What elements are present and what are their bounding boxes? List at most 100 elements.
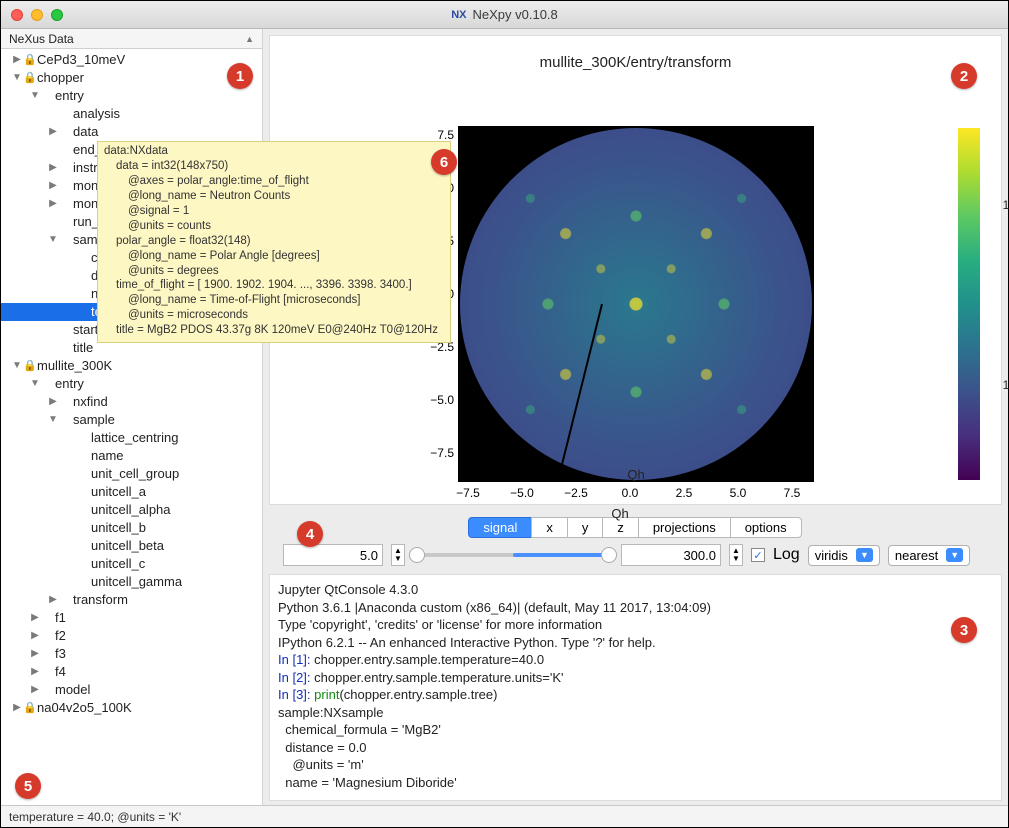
disclosure-triangle-icon[interactable]: ▶	[47, 177, 59, 195]
app-icon: NX	[451, 9, 466, 21]
disclosure-triangle-icon[interactable]: ▶	[11, 699, 23, 717]
tree-node[interactable]: ▼🔒chopper	[1, 69, 262, 87]
tree-node[interactable]: unitcell_b	[1, 519, 262, 537]
tree-node[interactable]: ▶transform	[1, 591, 262, 609]
tree-node-label: model	[55, 681, 90, 699]
tab-y[interactable]: y	[567, 517, 604, 538]
plot-controls: ▲▼ ▲▼ ✓ Log viridis▼ nearest▼	[263, 540, 1008, 574]
tree-node-label: f1	[55, 609, 66, 627]
vmax-input[interactable]	[621, 544, 721, 566]
disclosure-triangle-icon[interactable]: ▶	[47, 393, 59, 411]
badge-3: 3	[951, 617, 977, 643]
disclosure-triangle-icon[interactable]: ▶	[47, 159, 59, 177]
x-tick-label: 2.5	[664, 486, 704, 500]
tree-node[interactable]: ▼entry	[1, 375, 262, 393]
tree-node[interactable]: ▼sample	[1, 411, 262, 429]
x-tick-label: 5.0	[718, 486, 758, 500]
tree-node-label: unitcell_beta	[91, 537, 164, 555]
tree-node[interactable]: unitcell_c	[1, 555, 262, 573]
lock-icon: 🔒	[23, 357, 37, 375]
tree-node[interactable]: ▶ f3	[1, 645, 262, 663]
heatmap[interactable]	[460, 128, 812, 480]
plot-title: mullite_300K/entry/transform	[270, 54, 1001, 71]
chevron-down-icon: ▼	[946, 548, 963, 562]
minimize-icon[interactable]	[31, 9, 43, 21]
tree-node[interactable]: name	[1, 447, 262, 465]
colorbar-tick: 10¹	[1003, 378, 1009, 392]
tree-node[interactable]: ▶ f2	[1, 627, 262, 645]
sidebar-header[interactable]: NeXus Data ▲	[1, 29, 262, 49]
disclosure-triangle-icon[interactable]: ▶	[47, 123, 59, 141]
window-title: NeXpy v0.10.8	[473, 7, 558, 22]
range-slider[interactable]	[413, 553, 613, 557]
tab-projections[interactable]: projections	[638, 517, 731, 538]
tree-node-label: CePd3_10meV	[37, 51, 125, 69]
tree-node-label: unitcell_alpha	[91, 501, 171, 519]
tree-node-label: unitcell_a	[91, 483, 146, 501]
disclosure-triangle-icon[interactable]: ▶	[29, 681, 41, 699]
tree-node-label: unitcell_gamma	[91, 573, 182, 591]
tree-node[interactable]: analysis	[1, 105, 262, 123]
colormap-select[interactable]: viridis▼	[808, 545, 880, 566]
tree-node-label: mon	[73, 195, 98, 213]
slider-thumb-max[interactable]	[601, 547, 617, 563]
vmin-input[interactable]	[283, 544, 383, 566]
disclosure-triangle-icon[interactable]: ▶	[29, 645, 41, 663]
tree-node[interactable]: unitcell_gamma	[1, 573, 262, 591]
tree-node[interactable]: ▶🔒na04v2o5_100K	[1, 699, 262, 717]
tree-node[interactable]: unitcell_a	[1, 483, 262, 501]
tab-x[interactable]: x	[531, 517, 568, 538]
disclosure-triangle-icon[interactable]: ▼	[11, 357, 23, 375]
disclosure-triangle-icon[interactable]: ▼	[29, 375, 41, 393]
disclosure-triangle-icon[interactable]: ▶	[29, 663, 41, 681]
disclosure-triangle-icon[interactable]: ▼	[47, 231, 59, 249]
disclosure-triangle-icon[interactable]: ▶	[11, 51, 23, 69]
tree-node-label: f2	[55, 627, 66, 645]
x-tick-label: −2.5	[556, 486, 596, 500]
tree-node-label: f3	[55, 645, 66, 663]
sort-icon[interactable]: ▲	[245, 34, 254, 44]
tree-node[interactable]: ▶ model	[1, 681, 262, 699]
vmax-stepper[interactable]: ▲▼	[729, 544, 743, 566]
disclosure-triangle-icon[interactable]: ▼	[29, 87, 41, 105]
tree-node[interactable]: unitcell_alpha	[1, 501, 262, 519]
tree-node[interactable]: ▶f4	[1, 663, 262, 681]
tab-signal[interactable]: signal	[468, 517, 532, 538]
slider-thumb-min[interactable]	[409, 547, 425, 563]
tree-node[interactable]: ▶ f1	[1, 609, 262, 627]
tree-node-label: unitcell_c	[91, 555, 145, 573]
tree-node[interactable]: ▶🔒CePd3_10meV	[1, 51, 262, 69]
y-tick-label: −5.0	[424, 393, 454, 407]
zoom-icon[interactable]	[51, 9, 63, 21]
tree-node-label: entry	[55, 87, 84, 105]
x-tick-label: −7.5	[448, 486, 488, 500]
tree-node[interactable]: ▼🔒mullite_300K	[1, 357, 262, 375]
disclosure-triangle-icon[interactable]: ▶	[47, 195, 59, 213]
disclosure-triangle-icon[interactable]: ▼	[47, 411, 59, 429]
interpolation-select[interactable]: nearest▼	[888, 545, 970, 566]
log-checkbox[interactable]: ✓	[751, 548, 765, 562]
y-tick-label: −7.5	[424, 446, 454, 460]
tree-node[interactable]: ▶data	[1, 123, 262, 141]
disclosure-triangle-icon[interactable]: ▼	[11, 69, 23, 87]
badge-1: 1	[227, 63, 253, 89]
lock-icon: 🔒	[23, 699, 37, 717]
log-label: Log	[773, 546, 800, 564]
tree-node[interactable]: lattice_centring	[1, 429, 262, 447]
tree-node[interactable]: ▼ entry	[1, 87, 262, 105]
tree-node-label: mullite_300K	[37, 357, 112, 375]
tab-options[interactable]: options	[730, 517, 802, 538]
close-icon[interactable]	[11, 9, 23, 21]
disclosure-triangle-icon[interactable]: ▶	[47, 591, 59, 609]
tree-node-label: lattice_centring	[91, 429, 178, 447]
disclosure-triangle-icon[interactable]: ▶	[29, 627, 41, 645]
tree-node[interactable]: unit_cell_group	[1, 465, 262, 483]
lock-icon: 🔒	[23, 69, 37, 87]
colorbar-tick: 10²	[1003, 198, 1009, 212]
ipython-console[interactable]: Jupyter QtConsole 4.3.0 Python 3.6.1 |An…	[269, 574, 1002, 801]
tree-node[interactable]: ▶nxfind	[1, 393, 262, 411]
disclosure-triangle-icon[interactable]: ▶	[29, 609, 41, 627]
plot-tabs: signalxyzprojectionsoptions	[263, 511, 1008, 540]
tree-node[interactable]: unitcell_beta	[1, 537, 262, 555]
vmin-stepper[interactable]: ▲▼	[391, 544, 405, 566]
